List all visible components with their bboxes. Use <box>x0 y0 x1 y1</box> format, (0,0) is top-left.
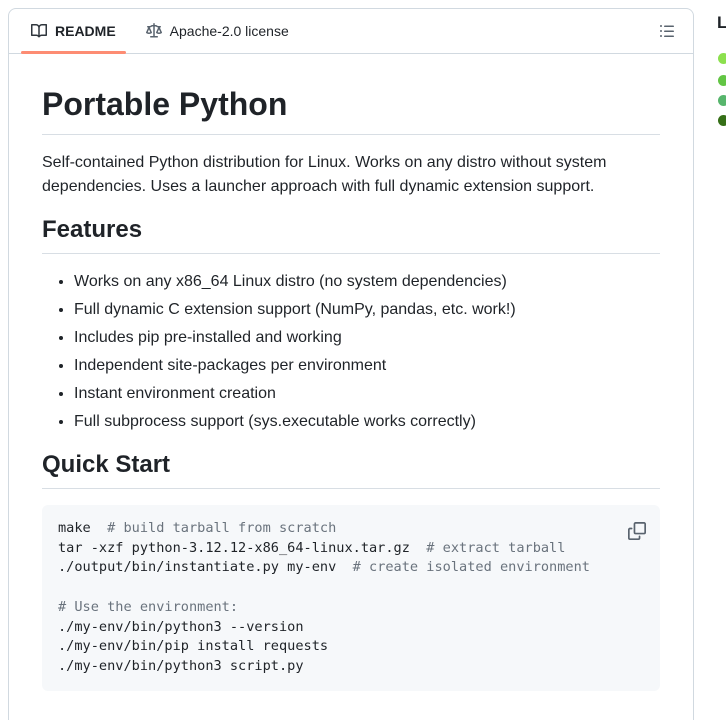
readme-content: Portable Python Self-contained Python di… <box>9 54 693 720</box>
list-item: Includes pip pre-installed and working <box>74 326 660 350</box>
tab-license[interactable]: Apache-2.0 license <box>136 9 299 53</box>
code-line: make # build tarball from scratch <box>58 520 337 536</box>
readme-tab-bar: README Apache-2.0 license <box>9 9 693 54</box>
tab-readme-label: README <box>55 23 116 39</box>
language-color-dot <box>718 75 726 86</box>
tab-readme[interactable]: README <box>21 9 126 54</box>
code-line: ./my-env/bin/python3 --version <box>58 618 304 635</box>
intro-paragraph: Self-contained Python distribution for L… <box>42 154 607 195</box>
law-icon <box>145 23 162 39</box>
language-color-dot <box>718 95 726 106</box>
list-item: Full subprocess support (sys.executable … <box>74 410 660 434</box>
code-block: make # build tarball from scratch tar -xz… <box>42 505 660 691</box>
features-list: Works on any x86_64 Linux distro (no sys… <box>42 270 660 434</box>
code-line: ./my-env/bin/python3 script.py <box>58 657 304 674</box>
outline-button[interactable] <box>651 15 683 47</box>
quick-start-heading: Quick Start <box>42 450 660 489</box>
copy-button[interactable] <box>623 517 651 545</box>
page-title: Portable Python <box>42 84 660 135</box>
copy-icon <box>628 522 646 540</box>
languages-heading: L <box>717 13 726 32</box>
code-line: # Use the environment: <box>58 598 239 615</box>
list-unordered-icon <box>659 23 675 39</box>
book-icon <box>31 23 47 39</box>
code-line: ./output/bin/instantiate.py my-env # cre… <box>58 559 590 576</box>
readme-card: README Apache-2.0 license Portable Pytho… <box>8 8 694 720</box>
list-item: Works on any x86_64 Linux distro (no sys… <box>74 270 660 294</box>
list-item: Instant environment creation <box>74 382 660 406</box>
code-line: ./my-env/bin/pip install requests <box>58 638 329 655</box>
features-heading: Features <box>42 215 660 254</box>
code-line: tar -xzf python-3.12.12-x86_64-linux.tar… <box>58 539 566 556</box>
tab-license-label: Apache-2.0 license <box>169 23 289 39</box>
right-sidebar-fragment: L <box>716 0 726 720</box>
list-item: Independent site-packages per environmen… <box>74 354 660 378</box>
language-color-dot <box>718 53 726 64</box>
code-content: make # build tarball from scratch tar -xz… <box>58 519 644 677</box>
language-color-dot <box>718 115 726 126</box>
list-item: Full dynamic C extension support (NumPy,… <box>74 298 660 322</box>
